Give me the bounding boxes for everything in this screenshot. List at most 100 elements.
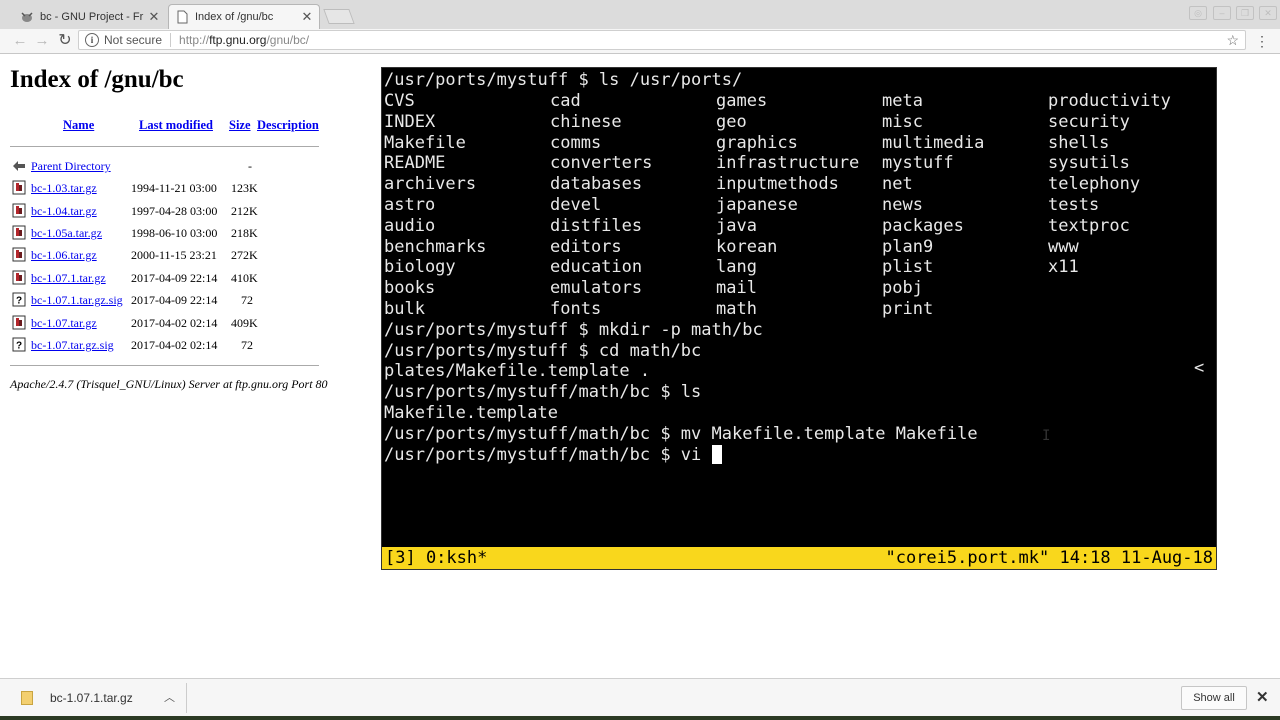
ls-entry: multimedia [882,132,985,153]
ls-entry: INDEX [384,111,436,132]
ls-entry: news [882,195,923,215]
ls-entry: telephony [1048,174,1141,195]
file-size: 123K [231,181,258,195]
ls-entry: chinese [550,111,622,132]
desktop-edge [0,716,1280,720]
ls-entry: tests [1048,195,1100,215]
column-header-size[interactable]: Size [229,118,251,133]
file-link[interactable]: bc-1.03.tar.gz [31,181,97,196]
menu-kebab-icon[interactable]: ⋮ [1255,33,1269,49]
column-header-description[interactable]: Description [257,118,319,133]
parent-directory-link[interactable]: Parent Directory [31,159,111,174]
text-cursor [711,445,722,464]
ls-entry: books [384,278,436,299]
ls-entry: lang [716,257,757,278]
not-secure-label[interactable]: Not secure [104,33,162,47]
tab-strip: bc - GNU Project - Fr ✕ Index of /gnu/bc… [0,0,1280,30]
tmux-status-bar: [3] 0:ksh* "corei5.port.mk" 14:18 11-Aug… [382,547,1216,569]
ls-entry: comms [550,132,602,153]
table-row: bc-1.05a.tar.gz 1998-06-10 03:00 218K [10,224,370,242]
table-row: bc-1.06.tar.gz 2000-11-15 23:21 272K [10,246,370,264]
forward-arrow-icon[interactable]: → [33,32,51,50]
download-item[interactable]: bc-1.07.1.tar.gz ︿ [8,683,187,713]
table-row: ? bc-1.07.tar.gz.sig 2017-04-02 02:14 72 [10,336,370,354]
download-filename[interactable]: bc-1.07.1.tar.gz [50,691,133,705]
address-bar[interactable]: i Not secure http://ftp.gnu.org/gnu/bc/ … [78,30,1246,50]
ls-entry: archivers [384,174,477,195]
close-icon[interactable]: ✕ [1256,688,1269,706]
close-tab-icon[interactable]: ✕ [301,10,313,23]
minimize-icon[interactable]: – [1213,6,1231,20]
divider [170,33,172,47]
bookmark-star-icon[interactable]: ☆ [1226,32,1239,49]
ls-entry: korean [716,236,778,257]
ls-entry: net [882,174,913,195]
ls-entry: bulk [384,299,425,319]
file-link[interactable]: bc-1.07.tar.gz.sig [31,338,114,353]
command-input[interactable]: /usr/ports/mystuff/math/bc $ vi [384,445,712,465]
url-path: /gnu/bc/ [266,33,310,47]
file-date: 2017-04-02 02:14 [131,316,218,330]
chevron-up-icon[interactable]: ︿ [164,689,175,705]
ls-entry: productivity [1048,91,1171,111]
new-tab-button[interactable] [323,9,355,24]
file-size: 410K [231,271,258,285]
mouse-ibeam-cursor: I [1042,428,1051,444]
terminal-window[interactable]: /usr/ports/mystuff $ ls /usr/ports/ CVS I… [381,67,1217,570]
file-size: 212K [231,204,258,218]
unknown-file-icon: ? [12,337,26,352]
file-date: 2017-04-09 22:14 [131,293,218,307]
ls-entry: pobj [882,278,923,299]
ls-entry: benchmarks [384,236,487,257]
browser-toolbar: ← → ↻ i Not secure http://ftp.gnu.org/gn… [0,29,1280,54]
archive-icon [12,315,26,330]
close-window-icon[interactable]: ✕ [1259,6,1277,20]
reload-icon[interactable]: ↻ [56,32,74,50]
ls-entry: java [716,215,757,236]
terminal-line: Makefile.template [384,403,558,423]
profile-icon[interactable]: ◎ [1189,6,1207,20]
terminal-current-line[interactable]: /usr/ports/mystuff/math/bc $ vi [384,445,722,465]
file-date: 2000-11-15 23:21 [131,248,217,262]
ls-entry: databases [550,174,643,195]
ls-entry: editors [550,236,622,257]
tab-gnu-project[interactable]: bc - GNU Project - Fr ✕ [14,4,166,29]
file-link[interactable]: bc-1.04.tar.gz [31,204,97,219]
terminal-line: plates/Makefile.template . [384,361,651,381]
ls-entry: infrastructure [716,153,860,174]
ls-entry: education [550,257,643,278]
info-icon[interactable]: i [85,33,99,47]
ls-entry: x11 [1048,257,1079,278]
ls-entry: cad [550,91,581,111]
column-header-last-modified[interactable]: Last modified [139,118,213,133]
terminal-line: /usr/ports/mystuff $ ls /usr/ports/ [384,70,743,90]
file-link[interactable]: bc-1.06.tar.gz [31,248,97,263]
file-date: 1997-04-28 03:00 [131,204,218,218]
tab-index-gnu-bc[interactable]: Index of /gnu/bc ✕ [168,4,320,29]
ls-entry: misc [882,111,923,132]
tab-label: Index of /gnu/bc [195,11,274,23]
file-link[interactable]: bc-1.07.tar.gz [31,316,97,331]
file-link[interactable]: bc-1.07.1.tar.gz [31,271,106,286]
file-date: 2017-04-02 02:14 [131,338,218,352]
ls-entry: astro [384,195,436,215]
ls-entry: packages [882,215,964,236]
page-content: Index of /gnu/bc Name Last modified Size… [0,54,1280,678]
archive-icon [12,180,26,195]
svg-text:?: ? [16,341,22,352]
maximize-icon[interactable]: ❐ [1236,6,1254,20]
terminal-line: /usr/ports/mystuff/math/bc $ ls [384,382,702,402]
file-link[interactable]: bc-1.05a.tar.gz [31,226,102,241]
back-arrow-icon[interactable]: ← [11,32,29,50]
file-date: 1994-11-21 03:00 [131,181,217,195]
file-size: 72 [241,293,253,307]
table-row: bc-1.07.1.tar.gz 2017-04-09 22:14 410K [10,269,370,287]
ls-entry: japanese [716,195,798,215]
ls-entry: plan9 [882,236,934,257]
status-window-list[interactable]: [3] 0:ksh* [385,547,487,569]
file-link[interactable]: bc-1.07.1.tar.gz.sig [31,293,123,308]
column-header-name[interactable]: Name [63,118,94,133]
show-all-button[interactable]: Show all [1181,686,1247,710]
close-tab-icon[interactable]: ✕ [148,10,160,23]
ls-entry: shells [1048,132,1110,153]
